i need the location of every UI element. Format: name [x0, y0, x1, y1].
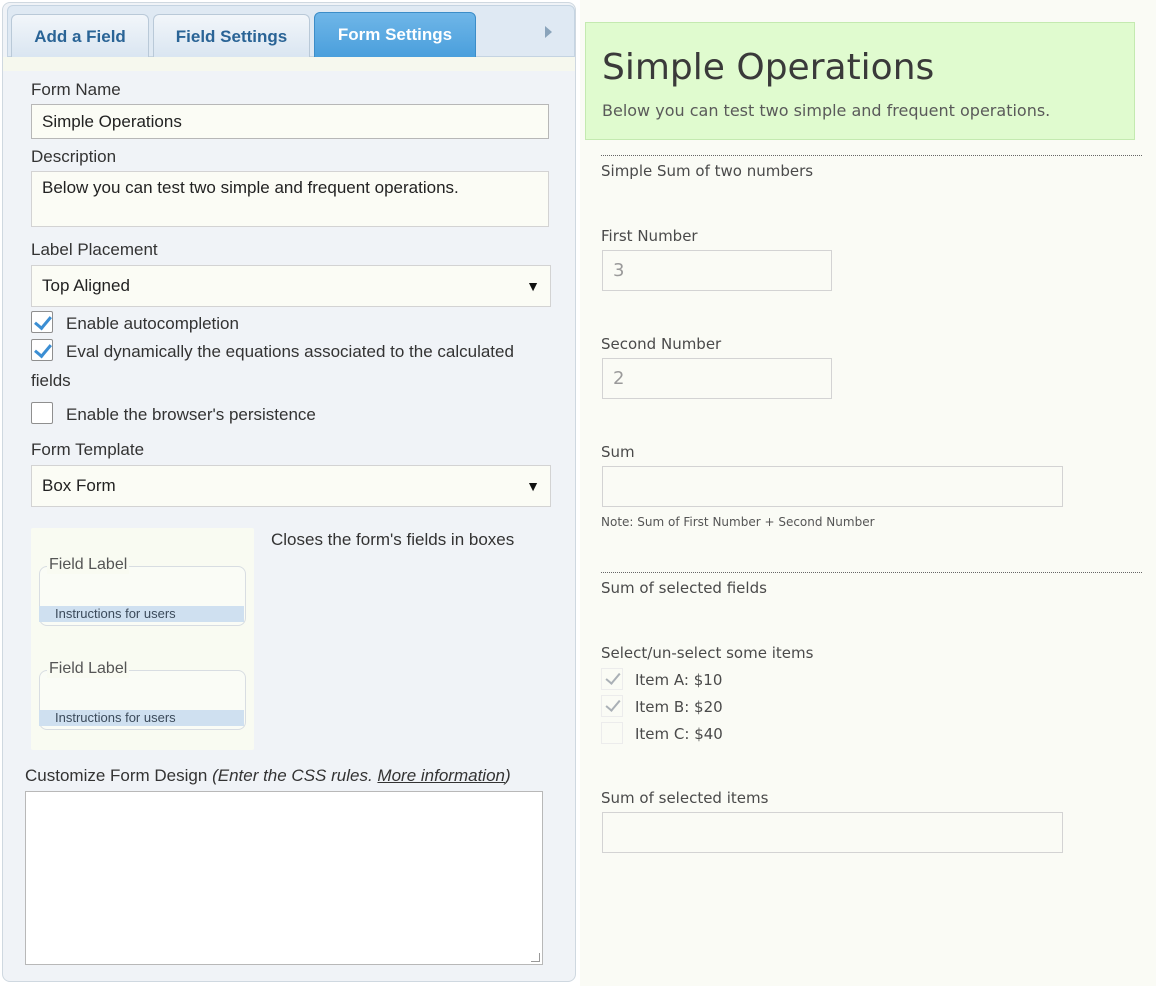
sum-label: Sum: [601, 443, 635, 461]
form-template-select[interactable]: Box Form ▼: [31, 465, 551, 507]
description-textarea[interactable]: Below you can test two simple and freque…: [31, 171, 549, 227]
tab-field-settings[interactable]: Field Settings: [153, 14, 310, 58]
second-number-input[interactable]: 2: [602, 358, 832, 399]
label-placement-value: Top Aligned: [42, 276, 130, 295]
form-header: Simple Operations Below you can test two…: [585, 22, 1135, 140]
section-divider: [601, 572, 1142, 573]
checkmark-icon: [34, 339, 52, 359]
customize-design-label: Customize Form Design: [25, 766, 208, 785]
checkmark-icon: [34, 311, 52, 331]
more-information-link[interactable]: More information: [377, 766, 505, 785]
custom-css-textarea[interactable]: [25, 791, 543, 965]
checkmark-icon: [605, 669, 621, 685]
form-name-input[interactable]: Simple Operations: [31, 104, 549, 139]
chevron-down-icon: ▼: [526, 478, 540, 494]
item-a-label: Item A: $10: [635, 671, 723, 689]
form-preview-panel: Simple Operations Below you can test two…: [580, 0, 1156, 986]
label-placement-label: Label Placement: [31, 240, 158, 259]
tab-add-a-field[interactable]: Add a Field: [11, 14, 149, 58]
tab-form-settings[interactable]: Form Settings: [314, 12, 476, 58]
section-title-selected-fields: Sum of selected fields: [601, 579, 767, 597]
template-description: Closes the form's fields in boxes: [271, 530, 515, 549]
label-placement-select[interactable]: Top Aligned ▼: [31, 265, 551, 307]
template-preview-image: Field Label Instructions for users Field…: [31, 528, 254, 750]
form-title: Simple Operations: [602, 47, 935, 88]
form-name-label: Form Name: [31, 80, 121, 99]
eval-equations-label-continued: fields: [31, 371, 71, 390]
preview-instructions: Instructions for users: [39, 710, 244, 726]
sum-selected-input[interactable]: [602, 812, 1063, 853]
sum-selected-label: Sum of selected items: [601, 789, 769, 807]
form-description: Below you can test two simple and freque…: [602, 101, 1051, 120]
autocompletion-checkbox[interactable]: [31, 311, 53, 333]
tab-bar: Add a Field Field Settings Form Settings: [7, 5, 575, 58]
eval-equations-checkbox[interactable]: [31, 339, 53, 361]
persistence-checkbox[interactable]: [31, 402, 53, 424]
resize-handle-icon[interactable]: [531, 953, 540, 962]
preview-field-label: Field Label: [47, 660, 130, 678]
preview-instructions: Instructions for users: [39, 606, 244, 622]
first-number-label: First Number: [601, 227, 698, 245]
tab-strip-divider: [3, 57, 575, 71]
item-c-label: Item C: $40: [635, 725, 723, 743]
customize-design-heading: Customize Form Design (Enter the CSS rul…: [25, 766, 511, 786]
sum-note: Note: Sum of First Number + Second Numbe…: [601, 515, 875, 529]
item-b-label: Item B: $20: [635, 698, 723, 716]
chevron-down-icon: ▼: [526, 278, 540, 294]
customize-design-hint: (Enter the CSS rules.: [212, 766, 373, 785]
form-settings-panel: Add a Field Field Settings Form Settings…: [2, 2, 576, 982]
form-template-value: Box Form: [42, 476, 116, 495]
customize-design-hint-end: ): [504, 766, 511, 785]
section-title-simple-sum: Simple Sum of two numbers: [601, 162, 814, 180]
form-template-label: Form Template: [31, 440, 145, 459]
first-number-input[interactable]: 3: [602, 250, 832, 291]
second-number-label: Second Number: [601, 335, 722, 353]
preview-field-label: Field Label: [47, 556, 130, 574]
item-a-checkbox[interactable]: [601, 668, 623, 690]
description-label: Description: [31, 147, 117, 166]
section-divider: [601, 155, 1142, 156]
checkmark-icon: [605, 696, 621, 712]
persistence-label: Enable the browser's persistence: [66, 405, 316, 424]
sum-input[interactable]: [602, 466, 1063, 507]
autocompletion-label: Enable autocompletion: [66, 314, 239, 333]
eval-equations-label: Eval dynamically the equations associate…: [66, 342, 514, 361]
item-b-checkbox[interactable]: [601, 695, 623, 717]
select-items-label: Select/un-select some items: [601, 644, 814, 662]
scroll-right-icon[interactable]: [545, 26, 552, 38]
item-c-checkbox[interactable]: [601, 722, 623, 744]
